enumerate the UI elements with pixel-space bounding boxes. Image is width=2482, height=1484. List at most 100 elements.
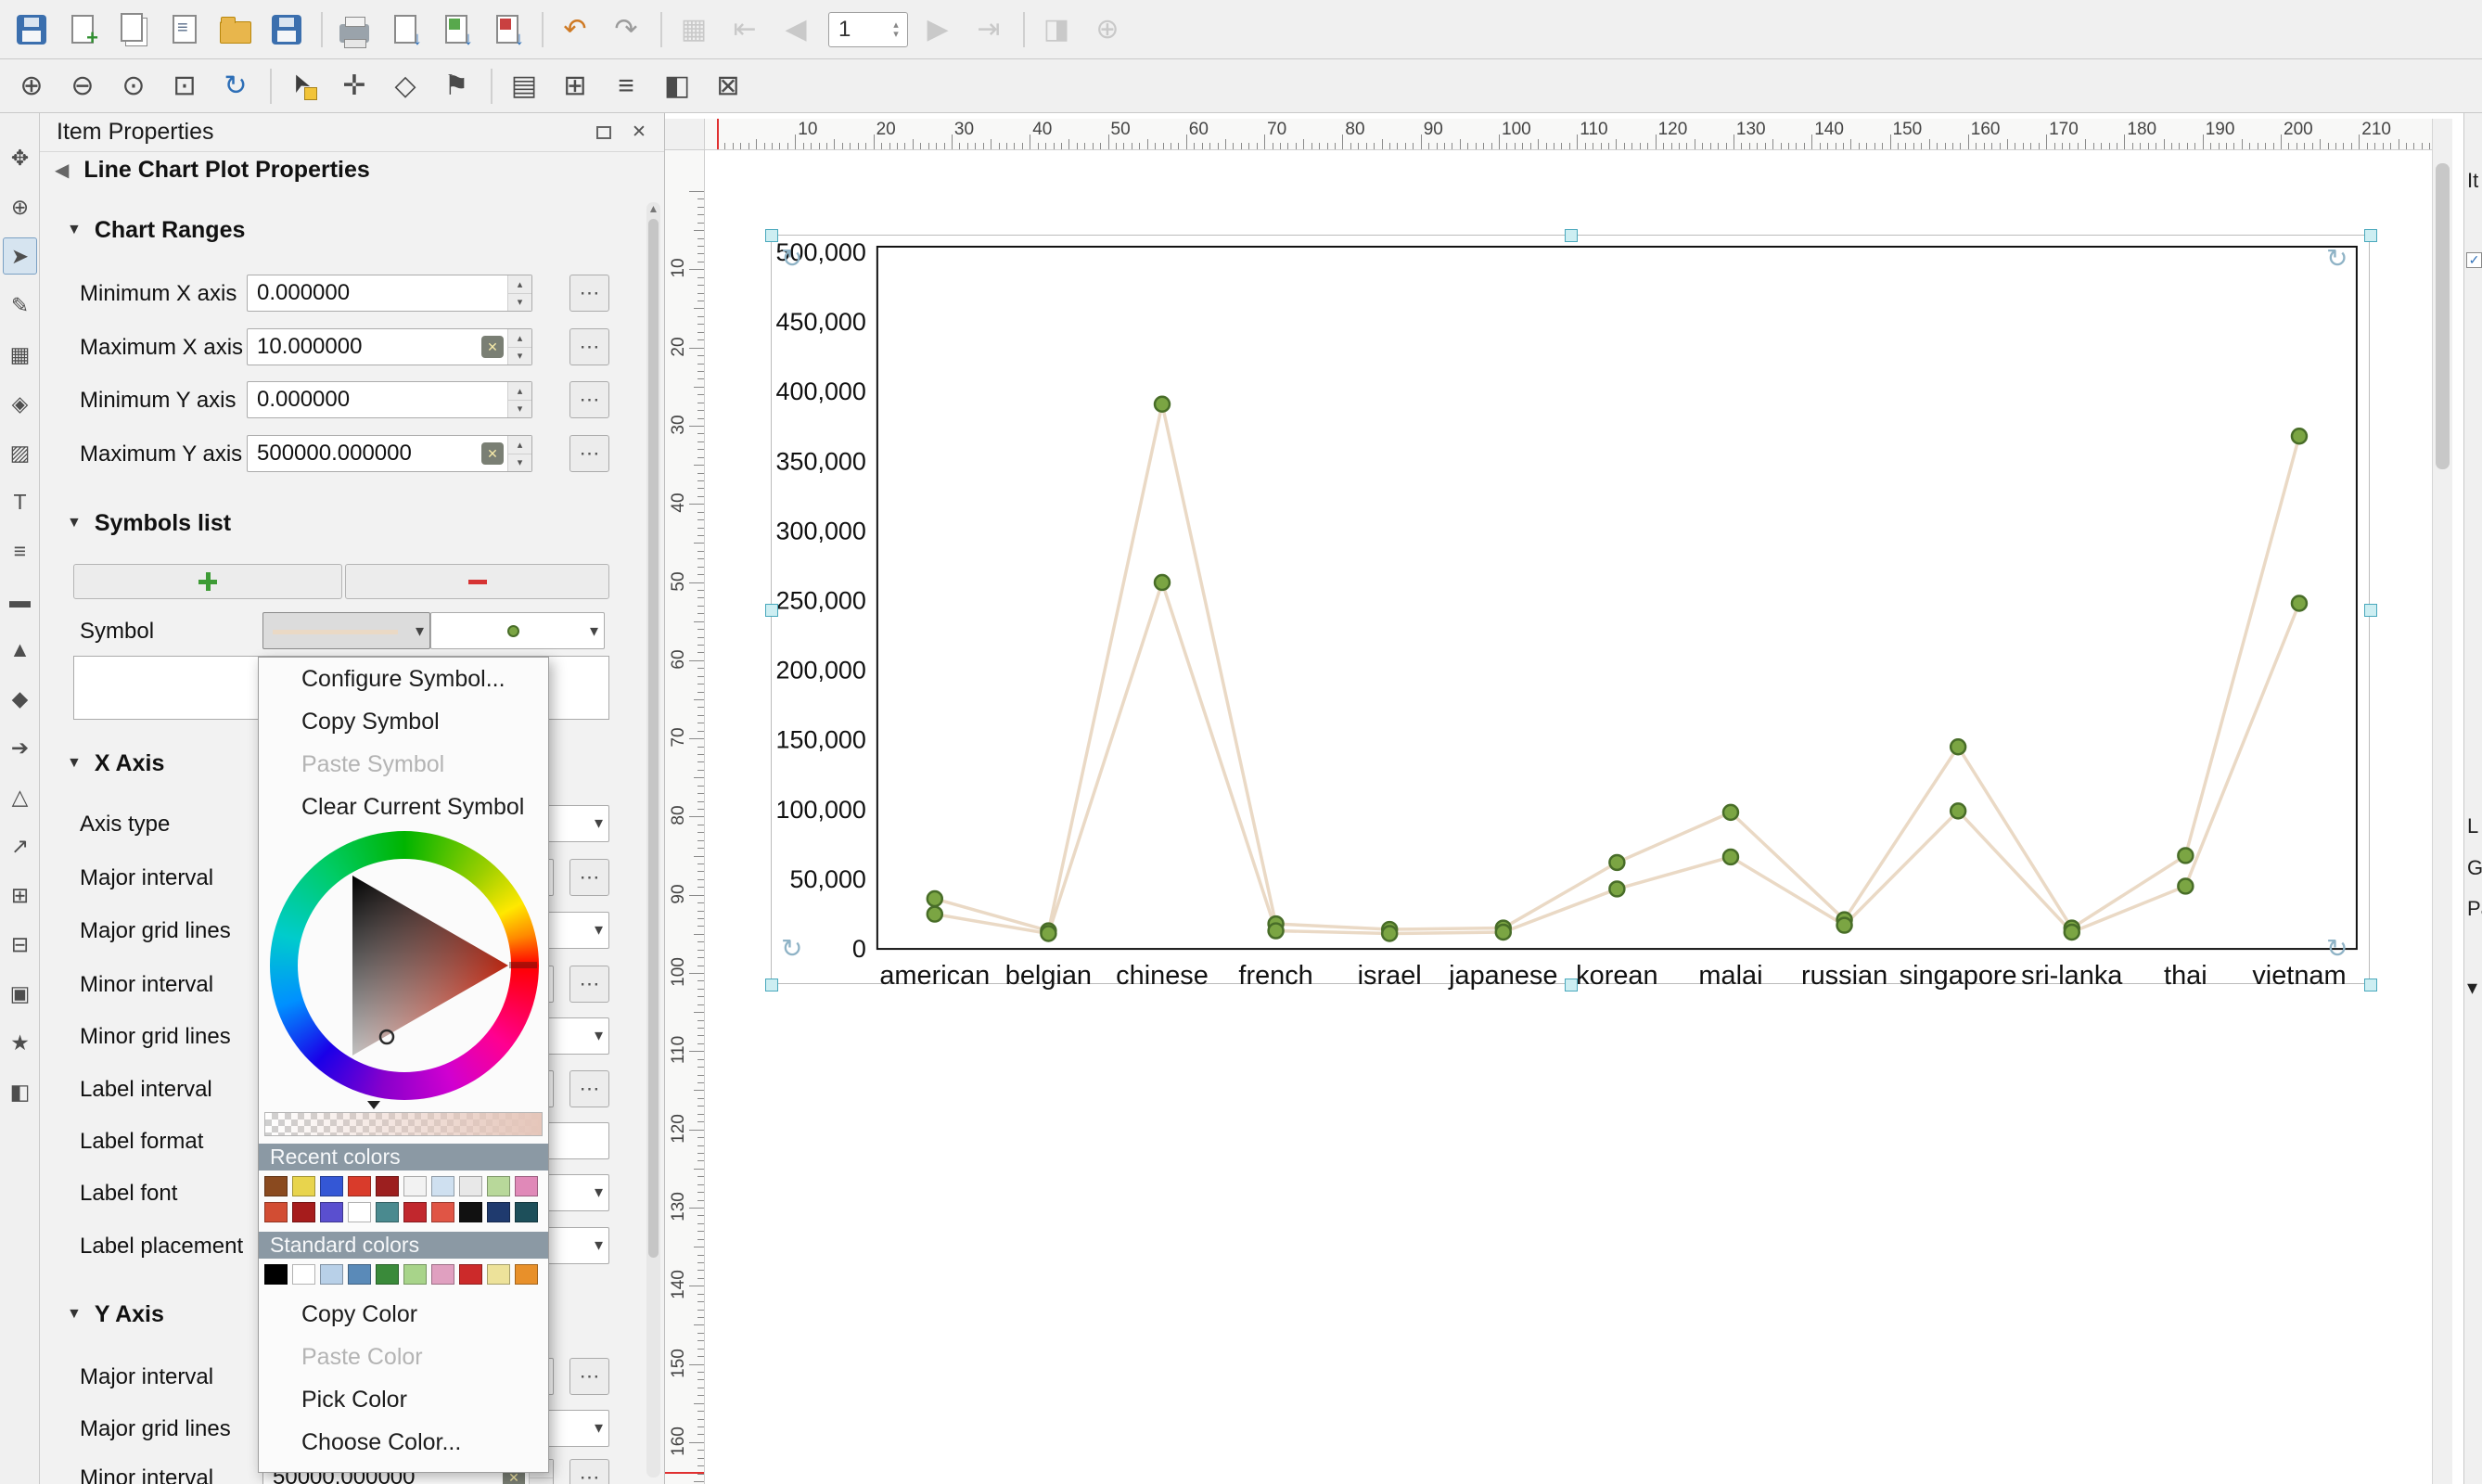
export-pdf-icon[interactable] bbox=[483, 6, 531, 53]
add-pages-icon[interactable]: ⚑ bbox=[432, 63, 480, 109]
rotate-handle-icon[interactable]: ↻ bbox=[2326, 933, 2348, 964]
first-page-icon[interactable]: ⇤ bbox=[721, 6, 769, 53]
page-number-input[interactable]: ▴▾ bbox=[828, 12, 908, 47]
page-number-value[interactable] bbox=[829, 17, 879, 43]
zoom-preset-icon[interactable]: ⊕ bbox=[1083, 6, 1132, 53]
last-page-icon[interactable]: ⇥ bbox=[965, 6, 1013, 53]
add-scalebar-icon[interactable]: ▬ bbox=[3, 582, 37, 619]
add-elevation-icon[interactable]: ◧ bbox=[3, 1073, 37, 1110]
print-icon[interactable] bbox=[330, 6, 378, 53]
color-swatch[interactable] bbox=[515, 1202, 538, 1222]
layout-manager-icon[interactable] bbox=[160, 6, 209, 53]
color-swatch[interactable] bbox=[403, 1264, 427, 1285]
section-chart-ranges[interactable]: ▼ Chart Ranges bbox=[40, 211, 633, 249]
selection-handle[interactable] bbox=[765, 604, 778, 617]
line-chart-item[interactable]: 050,000100,000150,000200,000250,000300,0… bbox=[771, 235, 2370, 984]
add-marker-icon[interactable]: ★ bbox=[3, 1024, 37, 1061]
menu-item-copy-color[interactable]: Copy Color bbox=[259, 1293, 548, 1336]
minimum-x-axis-spinbox[interactable]: ▴▾ bbox=[247, 275, 532, 312]
selection-handle[interactable] bbox=[2364, 229, 2377, 242]
color-swatch[interactable] bbox=[459, 1176, 482, 1196]
color-swatch[interactable] bbox=[376, 1264, 399, 1285]
selection-handle[interactable] bbox=[765, 229, 778, 242]
selection-handle[interactable] bbox=[1565, 229, 1578, 242]
data-defined-override-button[interactable]: ⋯ bbox=[569, 1070, 609, 1107]
maximum-x-axis-value[interactable] bbox=[248, 334, 481, 360]
distribute-items-icon[interactable]: ◧ bbox=[653, 63, 701, 109]
page-spinner[interactable]: ▴▾ bbox=[885, 20, 907, 39]
menu-item-copy-symbol[interactable]: Copy Symbol bbox=[259, 700, 548, 743]
data-defined-override-button[interactable]: ⋯ bbox=[569, 966, 609, 1003]
dock-tab-layers[interactable]: L bbox=[2467, 814, 2478, 838]
clear-value-icon[interactable]: ✕ bbox=[481, 442, 504, 465]
spinbox-arrows[interactable]: ▴▾ bbox=[507, 329, 531, 365]
add-legend-icon[interactable]: ≡ bbox=[3, 532, 37, 569]
color-swatch[interactable] bbox=[431, 1202, 454, 1222]
menu-item-pick-color[interactable]: Pick Color bbox=[259, 1378, 548, 1421]
undo-icon[interactable]: ↶ bbox=[551, 6, 599, 53]
color-swatch[interactable] bbox=[376, 1202, 399, 1222]
data-defined-override-button[interactable]: ⋯ bbox=[569, 381, 609, 418]
align-items-icon[interactable]: ≡ bbox=[602, 63, 650, 109]
color-swatch[interactable] bbox=[487, 1176, 510, 1196]
select-item-icon[interactable]: ➤ bbox=[3, 237, 37, 275]
data-defined-override-button[interactable]: ⋯ bbox=[569, 859, 609, 896]
dock-tab-items[interactable]: It bbox=[2467, 169, 2478, 193]
color-swatch[interactable] bbox=[264, 1176, 288, 1196]
menu-item-configure-symbol[interactable]: Configure Symbol... bbox=[259, 658, 548, 700]
lock-items-icon[interactable]: ⊠ bbox=[704, 63, 752, 109]
slider-marker-icon[interactable] bbox=[367, 1101, 380, 1109]
saturation-triangle[interactable] bbox=[270, 831, 539, 1100]
remove-symbol-button[interactable] bbox=[345, 564, 609, 599]
group-items-icon[interactable]: ⊞ bbox=[551, 63, 599, 109]
color-wheel[interactable] bbox=[259, 828, 548, 1103]
menu-item-choose-color[interactable]: Choose Color... bbox=[259, 1421, 548, 1464]
add-north-arrow-icon[interactable]: ▲ bbox=[3, 631, 37, 668]
color-swatch[interactable] bbox=[431, 1264, 454, 1285]
maximum-x-axis-spinbox[interactable]: ✕ ▴▾ bbox=[247, 328, 532, 365]
color-swatch[interactable] bbox=[264, 1264, 288, 1285]
add-table-icon[interactable]: ⊞ bbox=[3, 876, 37, 914]
symbol-color-dropdown[interactable]: ▾ bbox=[262, 612, 430, 649]
color-swatch[interactable] bbox=[320, 1264, 343, 1285]
add-plot-icon[interactable]: ↗ bbox=[3, 827, 37, 864]
edit-nodes-icon[interactable]: ✎ bbox=[3, 287, 37, 324]
color-swatch[interactable] bbox=[431, 1176, 454, 1196]
export-image-icon[interactable] bbox=[381, 6, 429, 53]
spinbox-arrows[interactable]: ▴▾ bbox=[507, 436, 531, 471]
selection-handle[interactable] bbox=[2364, 979, 2377, 991]
clear-value-icon[interactable]: ✕ bbox=[481, 336, 504, 358]
minimum-y-axis-value[interactable] bbox=[248, 387, 507, 413]
color-swatch[interactable] bbox=[459, 1264, 482, 1285]
minimum-y-axis-spinbox[interactable]: ▴▾ bbox=[247, 381, 532, 418]
color-swatch[interactable] bbox=[515, 1264, 538, 1285]
selection-handle[interactable] bbox=[765, 979, 778, 991]
redo-icon[interactable]: ↷ bbox=[602, 6, 650, 53]
preview-mode-icon[interactable]: ◨ bbox=[1032, 6, 1081, 53]
color-swatch[interactable] bbox=[348, 1176, 371, 1196]
close-panel-icon[interactable]: ✕ bbox=[627, 121, 651, 145]
add-shape-icon[interactable]: ◆ bbox=[3, 680, 37, 717]
data-defined-override-button[interactable]: ⋯ bbox=[569, 328, 609, 365]
dock-checkbox[interactable]: ✓ bbox=[2466, 252, 2482, 268]
data-defined-override-button[interactable]: ⋯ bbox=[569, 435, 609, 472]
panel-scrollbar[interactable]: ▲ bbox=[646, 202, 660, 1478]
raise-items-icon[interactable]: ▤ bbox=[500, 63, 548, 109]
opacity-slider[interactable] bbox=[264, 1103, 543, 1136]
color-swatch[interactable] bbox=[292, 1264, 315, 1285]
zoom-out-icon[interactable]: ⊖ bbox=[58, 63, 107, 109]
color-swatch[interactable] bbox=[292, 1176, 315, 1196]
color-swatch[interactable] bbox=[320, 1202, 343, 1222]
color-swatch[interactable] bbox=[348, 1202, 371, 1222]
minimum-x-axis-value[interactable] bbox=[248, 280, 507, 306]
section-symbols-list[interactable]: ▼ Symbols list bbox=[40, 505, 633, 542]
dock-tab-pages[interactable]: Pa bbox=[2467, 897, 2482, 921]
export-svg-icon[interactable] bbox=[432, 6, 480, 53]
paste-in-place-icon[interactable]: ▦ bbox=[670, 6, 718, 53]
add-symbol-button[interactable] bbox=[73, 564, 342, 599]
add-picture-icon[interactable]: ▨ bbox=[3, 434, 37, 471]
refresh-icon[interactable]: ↻ bbox=[211, 63, 260, 109]
duplicate-layout-icon[interactable] bbox=[109, 6, 158, 53]
color-swatch[interactable] bbox=[403, 1202, 427, 1222]
color-swatch[interactable] bbox=[376, 1176, 399, 1196]
